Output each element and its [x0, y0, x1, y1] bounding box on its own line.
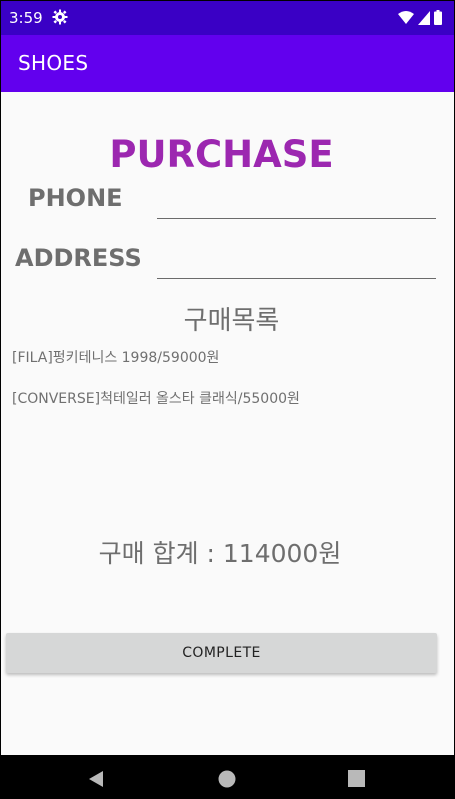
phone-input-underline	[157, 218, 436, 219]
address-input[interactable]	[157, 249, 440, 279]
app-bar: SHOES	[1, 35, 454, 92]
phone-label: PHONE	[28, 184, 123, 212]
purchase-list-item: [FILA]펑키테니스 1998/59000원	[12, 350, 220, 366]
app-title: SHOES	[18, 51, 89, 75]
home-icon[interactable]	[218, 770, 236, 788]
address-label: ADDRESS	[15, 244, 142, 272]
recents-icon[interactable]	[348, 770, 365, 787]
battery-icon	[434, 10, 442, 25]
back-icon[interactable]	[87, 770, 105, 788]
app-screen: 3:59 SHOES PURCHASE PHONE ADDRESS 구매목록 […	[1, 1, 454, 798]
status-icons	[398, 10, 442, 25]
purchase-list-item: [CONVERSE]척테일러 올스타 클래식/55000원	[12, 391, 300, 407]
settings-gear-icon	[52, 9, 68, 25]
page-title: PURCHASE	[109, 133, 334, 176]
complete-button[interactable]: COMPLETE	[6, 633, 437, 673]
navigation-bar	[1, 755, 454, 798]
address-input-underline	[157, 278, 436, 279]
cell-signal-icon	[418, 10, 430, 25]
purchase-list-heading: 구매목록	[183, 306, 280, 336]
status-bar: 3:59	[1, 1, 454, 35]
purchase-total: 구매 합계 : 114000원	[98, 539, 342, 568]
wifi-icon	[398, 10, 414, 24]
phone-input[interactable]	[157, 189, 440, 219]
status-time: 3:59	[9, 9, 43, 27]
